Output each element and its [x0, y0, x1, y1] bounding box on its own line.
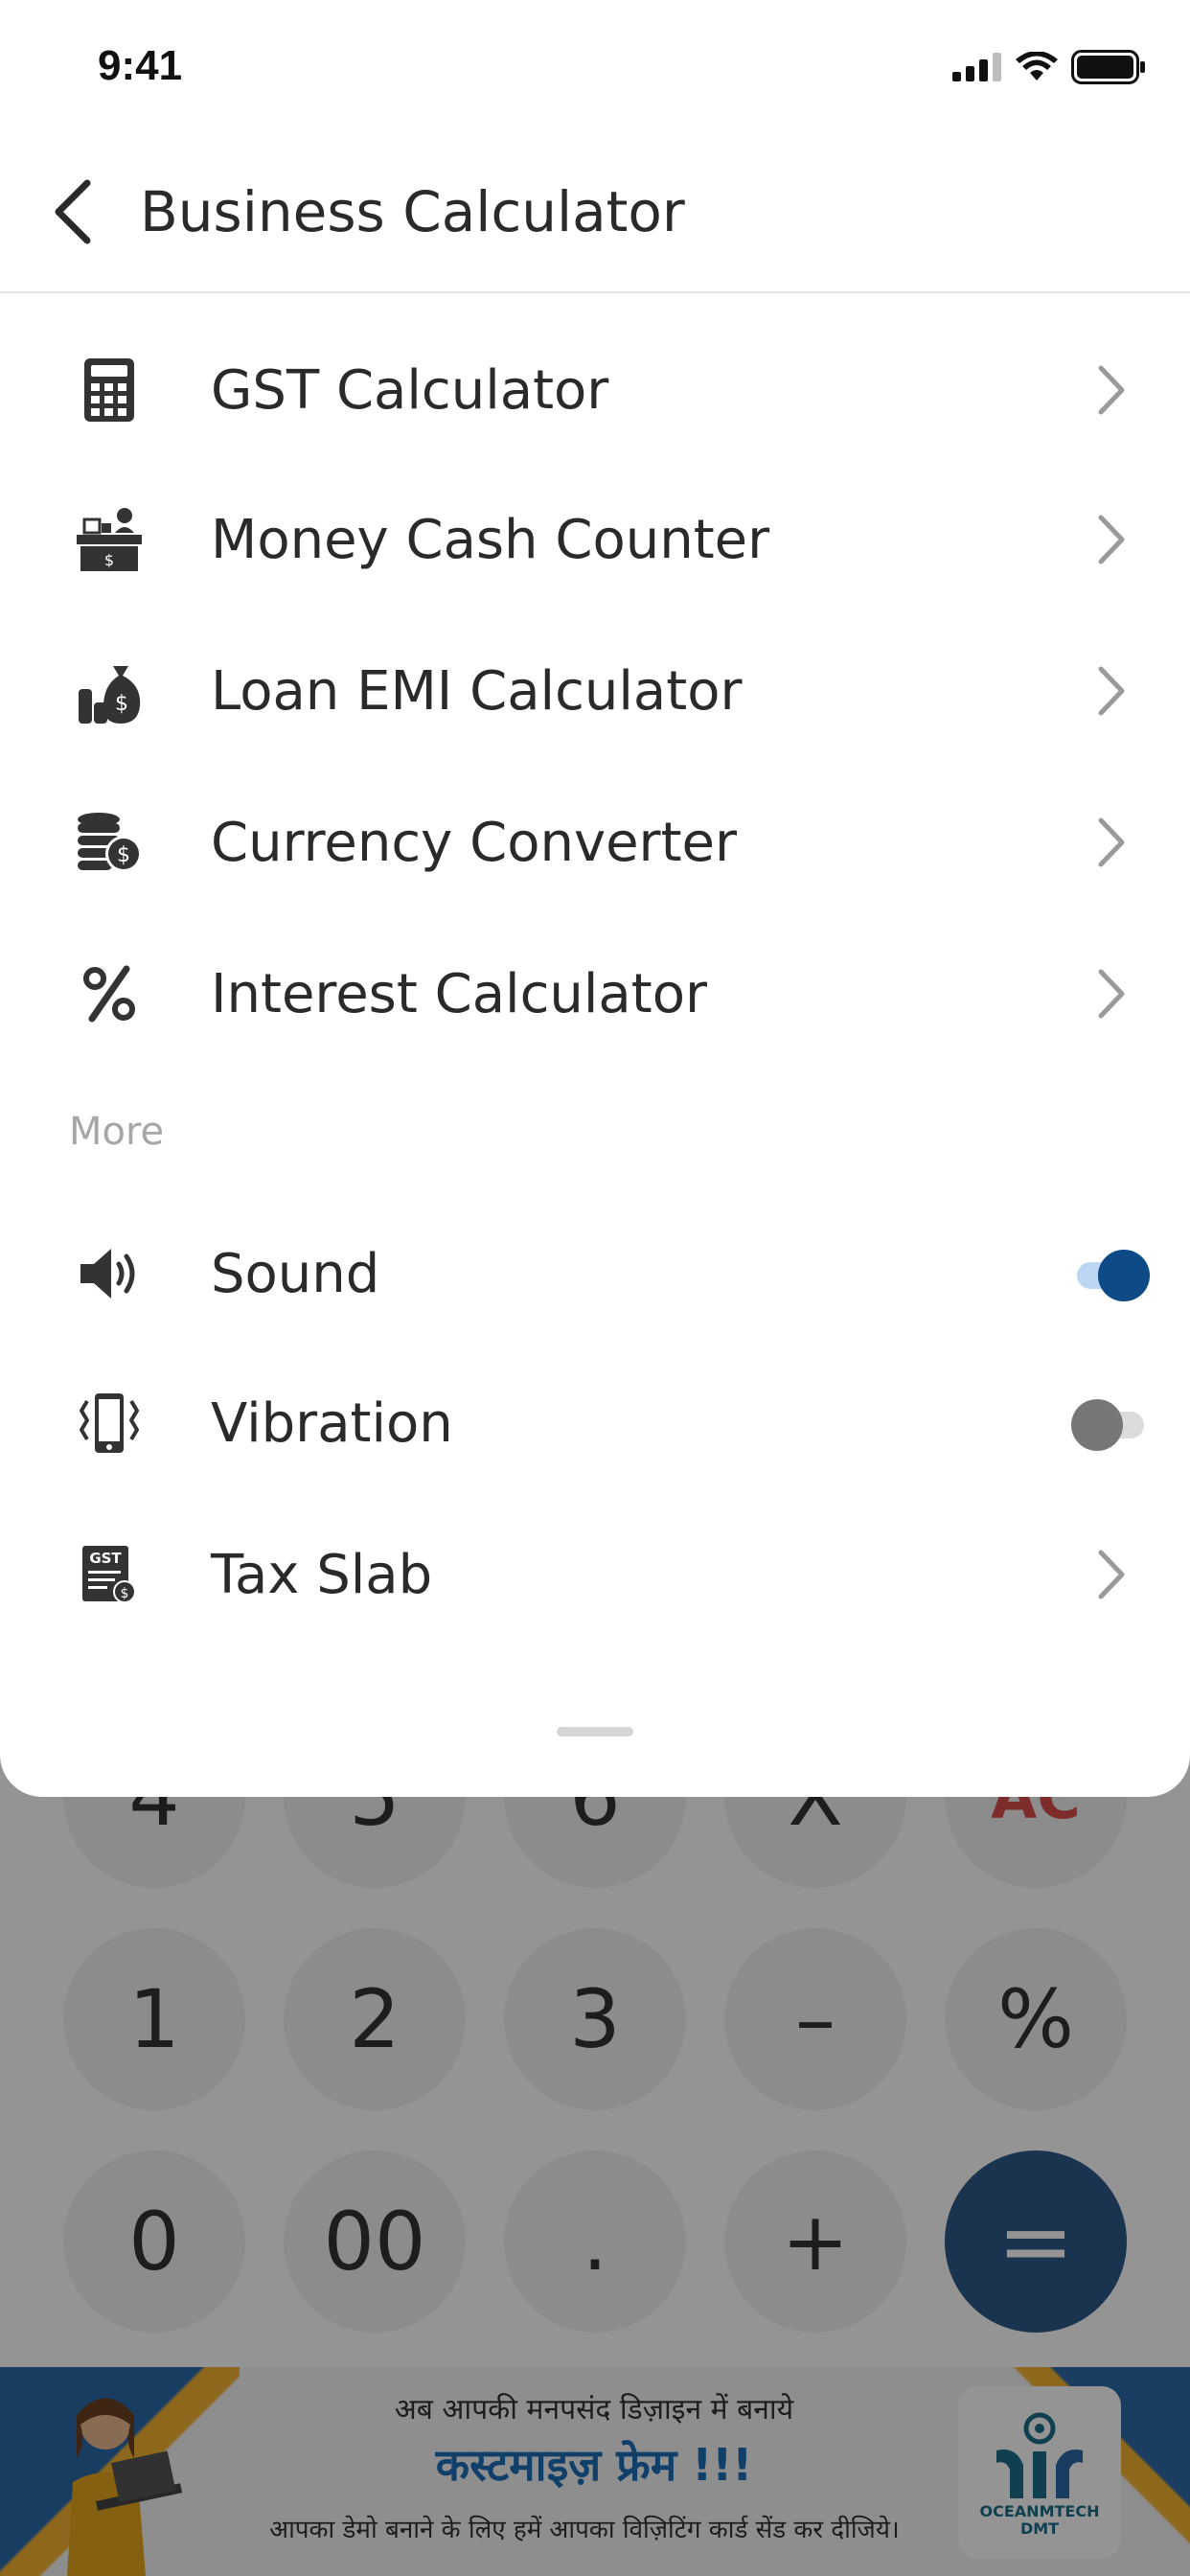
money-bag-icon: $ — [69, 651, 149, 731]
svg-text:$: $ — [104, 551, 114, 569]
chevron-right-icon — [1092, 361, 1131, 419]
back-button[interactable] — [38, 169, 105, 255]
menu-item-label: Currency Converter — [211, 811, 738, 874]
toggle-knob — [1071, 1399, 1123, 1451]
chevron-left-icon — [55, 179, 91, 244]
gst-document-icon: GST $ — [69, 1534, 149, 1615]
coins-dollar-icon: $ — [69, 802, 149, 883]
chevron-right-icon — [1092, 814, 1131, 871]
menu-item-gst-calculator[interactable]: GST Calculator — [0, 314, 1190, 466]
svg-text:$: $ — [117, 843, 130, 867]
percent-icon — [69, 954, 149, 1034]
cash-counter-icon: $ — [69, 499, 149, 580]
menu-item-label: Money Cash Counter — [211, 508, 770, 571]
chevron-right-icon — [1092, 1546, 1131, 1603]
vibration-icon — [69, 1383, 149, 1463]
signal-icon — [952, 53, 1001, 81]
setting-label: Sound — [211, 1242, 380, 1305]
speaker-icon — [69, 1233, 149, 1314]
svg-text:$: $ — [115, 692, 128, 716]
menu-item-loan-emi-calculator[interactable]: $ Loan EMI Calculator — [0, 615, 1190, 767]
vibration-toggle[interactable] — [1071, 1394, 1150, 1452]
svg-text:GST: GST — [89, 1550, 122, 1567]
sound-toggle[interactable] — [1071, 1245, 1150, 1302]
menu-item-label: Tax Slab — [211, 1543, 433, 1606]
menu-sheet: 9:41 Business Calculator GST Calculator … — [0, 0, 1190, 1797]
menu-item-interest-calculator[interactable]: Interest Calculator — [0, 918, 1190, 1070]
header: Business Calculator — [0, 134, 1190, 293]
menu-item-tax-slab[interactable]: GST $ Tax Slab — [0, 1499, 1190, 1650]
toggle-knob — [1098, 1250, 1150, 1301]
status-icons — [952, 50, 1146, 84]
setting-sound: Sound — [0, 1198, 1190, 1349]
menu-item-label: Loan EMI Calculator — [211, 659, 743, 723]
page-title: Business Calculator — [140, 179, 685, 244]
setting-vibration: Vibration — [0, 1347, 1190, 1499]
menu-item-label: GST Calculator — [211, 358, 609, 422]
wifi-icon — [1016, 52, 1058, 80]
sheet-drag-handle[interactable] — [557, 1727, 633, 1736]
menu-item-currency-converter[interactable]: $ Currency Converter — [0, 767, 1190, 918]
setting-label: Vibration — [211, 1392, 453, 1455]
menu-item-label: Interest Calculator — [211, 962, 707, 1025]
battery-icon — [1071, 50, 1145, 84]
chevron-right-icon — [1092, 965, 1131, 1023]
chevron-right-icon — [1092, 511, 1131, 568]
status-time: 9:41 — [98, 42, 183, 89]
chevron-right-icon — [1092, 662, 1131, 720]
calculator-icon — [69, 350, 149, 430]
status-bar: 9:41 — [0, 0, 1190, 134]
section-header-more: More — [69, 1110, 165, 1154]
svg-text:$: $ — [121, 1586, 129, 1601]
menu-item-money-cash-counter[interactable]: $ Money Cash Counter — [0, 464, 1190, 615]
